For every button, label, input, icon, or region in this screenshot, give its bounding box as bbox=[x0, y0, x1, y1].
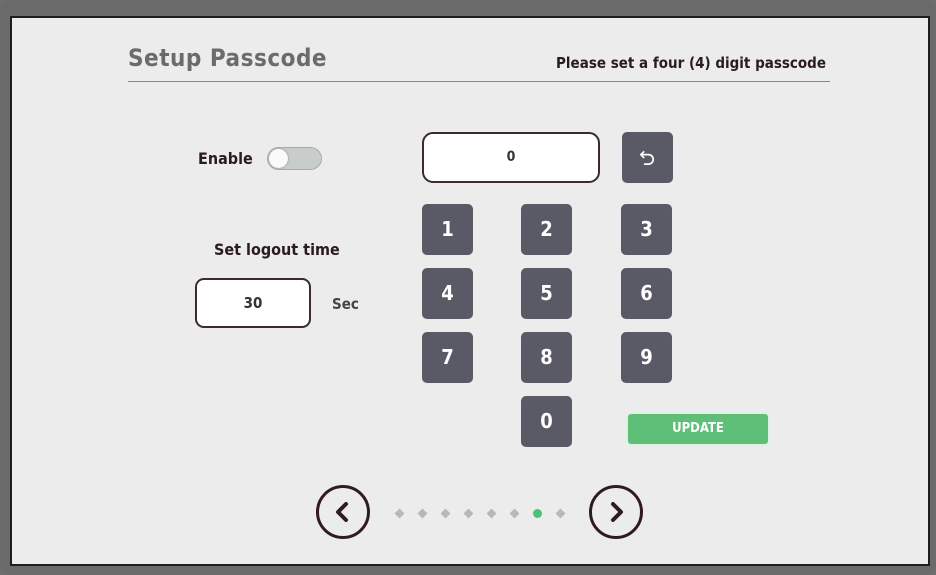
keypad-key-8[interactable]: 8 bbox=[521, 332, 572, 383]
page-dot-4[interactable] bbox=[463, 508, 473, 518]
keypad-key-1[interactable]: 1 bbox=[422, 204, 473, 255]
keypad-key-4[interactable]: 4 bbox=[422, 268, 473, 319]
logout-unit-label: Sec bbox=[332, 295, 359, 313]
enable-toggle[interactable] bbox=[267, 147, 322, 170]
page-dot-6[interactable] bbox=[509, 508, 519, 518]
logout-time-input[interactable]: 30 bbox=[195, 278, 311, 328]
screen: Setup Passcode Please set a four (4) dig… bbox=[10, 16, 930, 566]
update-button[interactable]: UPDATE bbox=[626, 412, 770, 446]
page-dot-2[interactable] bbox=[417, 508, 427, 518]
page-title: Setup Passcode bbox=[128, 44, 328, 72]
page-dot-7[interactable] bbox=[532, 508, 542, 518]
keypad-key-9[interactable]: 9 bbox=[621, 332, 672, 383]
enable-label: Enable bbox=[198, 149, 253, 168]
backspace-button[interactable] bbox=[622, 132, 673, 183]
instruction-text: Please set a four (4) digit passcode bbox=[556, 54, 826, 72]
logout-time-label: Set logout time bbox=[214, 240, 340, 259]
keypad-key-7[interactable]: 7 bbox=[422, 332, 473, 383]
next-page-button[interactable] bbox=[589, 485, 643, 539]
chevron-right-icon bbox=[611, 502, 623, 522]
page-dot-1[interactable] bbox=[394, 508, 404, 518]
keypad-key-5[interactable]: 5 bbox=[521, 268, 572, 319]
page-dot-8[interactable] bbox=[555, 508, 565, 518]
keypad-key-6[interactable]: 6 bbox=[621, 268, 672, 319]
backspace-icon bbox=[639, 150, 654, 166]
chevron-left-icon bbox=[336, 502, 348, 522]
page-dot-5[interactable] bbox=[486, 508, 496, 518]
passcode-display[interactable]: 0 bbox=[422, 132, 600, 183]
header-divider bbox=[128, 81, 830, 82]
keypad-key-0[interactable]: 0 bbox=[521, 396, 572, 447]
device-bezel: Setup Passcode Please set a four (4) dig… bbox=[0, 0, 936, 575]
prev-page-button[interactable] bbox=[316, 485, 370, 539]
keypad-key-3[interactable]: 3 bbox=[621, 204, 672, 255]
toggle-knob bbox=[269, 149, 288, 168]
keypad-key-2[interactable]: 2 bbox=[521, 204, 572, 255]
page-dot-3[interactable] bbox=[440, 508, 450, 518]
